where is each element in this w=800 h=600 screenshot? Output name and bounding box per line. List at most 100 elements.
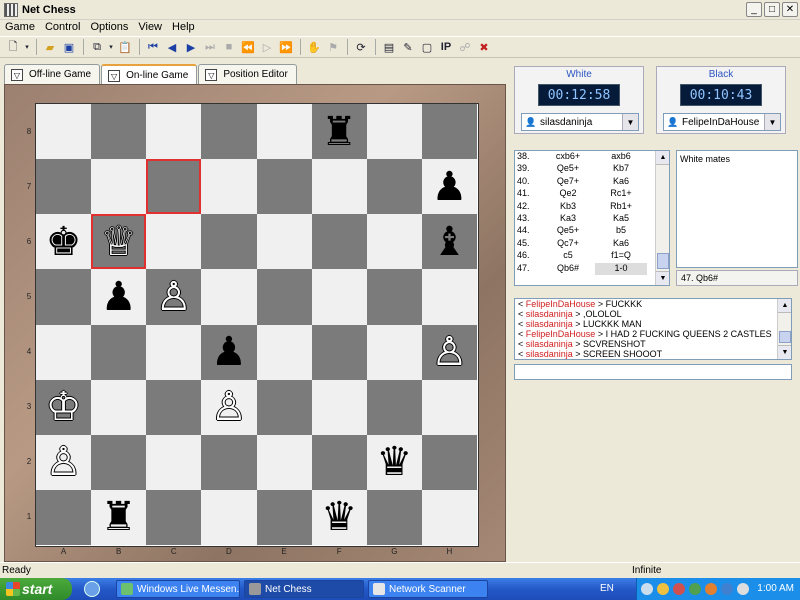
white-move[interactable]: Qe7+ bbox=[541, 176, 595, 188]
black-rook-icon[interactable]: ♜ bbox=[91, 490, 146, 545]
clipboard-icon[interactable]: ▤ bbox=[380, 38, 398, 56]
move-row[interactable]: 41. Qe2 Rc1+ bbox=[515, 188, 669, 200]
close-button[interactable]: ✕ bbox=[782, 2, 798, 17]
chat-input[interactable] bbox=[514, 364, 792, 380]
square-d5[interactable] bbox=[201, 269, 257, 325]
square-f5[interactable] bbox=[311, 269, 367, 325]
chat-scrollbar[interactable]: ▲ ▼ bbox=[777, 299, 791, 359]
square-a5[interactable] bbox=[36, 269, 92, 325]
white-king-icon[interactable]: ♔ bbox=[36, 380, 91, 435]
square-e7[interactable] bbox=[256, 159, 312, 215]
connect-icon[interactable]: ☍ bbox=[456, 38, 474, 56]
black-move[interactable]: b5 bbox=[595, 225, 647, 237]
square-d2[interactable] bbox=[201, 434, 257, 490]
square-c3[interactable] bbox=[146, 379, 202, 435]
menu-game[interactable]: Game bbox=[0, 20, 40, 36]
square-c8[interactable] bbox=[146, 104, 202, 160]
square-a7[interactable] bbox=[36, 159, 92, 215]
scroll-up-icon[interactable]: ▲ bbox=[656, 151, 669, 165]
square-c4[interactable] bbox=[146, 324, 202, 380]
open-folder-icon[interactable]: ▰ bbox=[41, 38, 59, 56]
black-move[interactable]: 1-0 bbox=[595, 262, 647, 275]
dropdown-arrow-icon[interactable]: ▾ bbox=[23, 38, 31, 56]
white-move[interactable]: c5 bbox=[541, 250, 595, 262]
black-move[interactable]: Kb7 bbox=[595, 163, 647, 175]
minimize-button[interactable]: _ bbox=[746, 2, 762, 17]
scroll-thumb[interactable] bbox=[657, 253, 669, 269]
edit-icon[interactable]: ✎ bbox=[399, 38, 417, 56]
tray-icon[interactable] bbox=[673, 583, 685, 595]
square-e2[interactable] bbox=[256, 434, 312, 490]
taskbar-item-network-scanner[interactable]: Network Scanner bbox=[368, 580, 488, 598]
move-row[interactable]: 38. cxb6+ axb6 bbox=[515, 151, 669, 163]
scroll-up-icon[interactable]: ▲ bbox=[778, 299, 791, 313]
flip-board-icon[interactable]: ⟳ bbox=[352, 38, 370, 56]
move-row[interactable]: 40. Qe7+ Ka6 bbox=[515, 176, 669, 188]
square-a8[interactable] bbox=[36, 104, 92, 160]
menu-control[interactable]: Control bbox=[40, 20, 85, 36]
window-icon[interactable]: ▢ bbox=[418, 38, 436, 56]
white-player-select[interactable]: 👤 silasdaninja ▼ bbox=[521, 113, 639, 131]
scroll-thumb[interactable] bbox=[779, 331, 791, 343]
square-g5[interactable] bbox=[366, 269, 422, 325]
black-queen-icon[interactable]: ♛ bbox=[367, 435, 422, 490]
move-row[interactable]: 42. Kb3 Rb1+ bbox=[515, 201, 669, 213]
chevron-down-icon[interactable]: ▼ bbox=[764, 114, 780, 130]
black-bishop-icon[interactable]: ♝ bbox=[422, 214, 477, 269]
square-b4[interactable] bbox=[91, 324, 147, 380]
handshake-icon[interactable]: ✋ bbox=[305, 38, 323, 56]
square-a1[interactable] bbox=[36, 489, 92, 545]
square-g8[interactable] bbox=[366, 104, 422, 160]
new-icon[interactable]: 🗋 bbox=[4, 38, 22, 56]
black-move[interactable]: axb6 bbox=[595, 151, 647, 163]
maximize-button[interactable]: □ bbox=[764, 2, 780, 17]
square-f2[interactable] bbox=[311, 434, 367, 490]
square-d7[interactable] bbox=[201, 159, 257, 215]
square-h2[interactable] bbox=[421, 434, 477, 490]
square-g1[interactable] bbox=[366, 489, 422, 545]
black-pawn-icon[interactable]: ♟ bbox=[91, 269, 146, 324]
square-e8[interactable] bbox=[256, 104, 312, 160]
white-pawn-icon[interactable]: ♙ bbox=[146, 269, 201, 324]
square-f7[interactable] bbox=[311, 159, 367, 215]
move-row[interactable]: 43. Ka3 Ka5 bbox=[515, 213, 669, 225]
taskbar-item-messenger[interactable]: Windows Live Messen... bbox=[116, 580, 240, 598]
menu-view[interactable]: View bbox=[133, 20, 167, 36]
square-d6[interactable] bbox=[201, 214, 257, 270]
square-d1[interactable] bbox=[201, 489, 257, 545]
square-c6[interactable] bbox=[146, 214, 202, 270]
volume-icon[interactable] bbox=[737, 583, 749, 595]
square-b8[interactable] bbox=[91, 104, 147, 160]
tray-icon[interactable] bbox=[689, 583, 701, 595]
square-e6[interactable] bbox=[256, 214, 312, 270]
tray-icon[interactable] bbox=[657, 583, 669, 595]
menu-help[interactable]: Help bbox=[167, 20, 200, 36]
step-forward-icon[interactable]: ⏩ bbox=[277, 38, 295, 56]
square-d8[interactable] bbox=[201, 104, 257, 160]
white-pawn-icon[interactable]: ♙ bbox=[422, 325, 477, 380]
first-move-icon[interactable]: ⏮ bbox=[144, 38, 162, 56]
black-move[interactable]: f1=Q bbox=[595, 250, 647, 262]
square-c2[interactable] bbox=[146, 434, 202, 490]
square-c1[interactable] bbox=[146, 489, 202, 545]
black-pawn-icon[interactable]: ♟ bbox=[201, 325, 256, 380]
square-b7[interactable] bbox=[91, 159, 147, 215]
play-icon[interactable]: ▷ bbox=[258, 38, 276, 56]
square-h5[interactable] bbox=[421, 269, 477, 325]
save-icon[interactable]: ▣ bbox=[60, 38, 78, 56]
menu-options[interactable]: Options bbox=[85, 20, 133, 36]
copy-icon[interactable]: ⧉ bbox=[88, 38, 106, 56]
square-e5[interactable] bbox=[256, 269, 312, 325]
black-king-icon[interactable]: ♚ bbox=[36, 214, 91, 269]
move-list-scrollbar[interactable]: ▲ ▼ bbox=[655, 151, 669, 285]
move-row[interactable]: 45. Qc7+ Ka6 bbox=[515, 238, 669, 250]
move-comment[interactable]: White mates bbox=[676, 150, 798, 268]
tab-offline-game[interactable]: ▽ Off-line Game bbox=[4, 64, 101, 84]
white-move[interactable]: Kb3 bbox=[541, 201, 595, 213]
square-g7[interactable] bbox=[366, 159, 422, 215]
chevron-down-icon[interactable]: ▼ bbox=[622, 114, 638, 130]
scroll-down-icon[interactable]: ▼ bbox=[778, 345, 791, 359]
square-h1[interactable] bbox=[421, 489, 477, 545]
move-row[interactable]: 46. c5 f1=Q bbox=[515, 250, 669, 262]
chess-board[interactable]: ♜ ♟ ♚ ♕ ♝ ♟ ♙ ♟ ♙ ♔ ♙ ♙ ♛ ♜ ♛ bbox=[36, 104, 477, 545]
